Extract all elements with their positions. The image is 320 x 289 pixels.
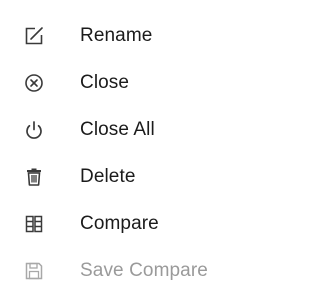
menu-item-label: Rename bbox=[80, 25, 153, 46]
menu-item-close[interactable]: Close bbox=[0, 65, 300, 101]
menu-item-label: Save Compare bbox=[80, 260, 208, 281]
menu-item-label: Delete bbox=[80, 166, 136, 187]
menu-item-label: Close bbox=[80, 72, 130, 93]
menu-item-delete[interactable]: Delete bbox=[0, 159, 300, 195]
menu-item-save-compare[interactable]: Save Compare bbox=[0, 253, 300, 289]
power-icon bbox=[22, 118, 46, 142]
trash-icon bbox=[22, 165, 46, 189]
menu-item-compare[interactable]: Compare bbox=[0, 206, 300, 242]
save-icon bbox=[22, 259, 46, 283]
compare-icon bbox=[22, 212, 46, 236]
menu-item-label: Compare bbox=[80, 213, 159, 234]
rename-icon bbox=[22, 24, 46, 48]
close-circle-icon bbox=[22, 71, 46, 95]
menu-item-rename[interactable]: Rename bbox=[0, 18, 300, 54]
context-menu: Rename Close Close All Delete Compare Sa… bbox=[0, 0, 300, 281]
menu-item-close-all[interactable]: Close All bbox=[0, 112, 300, 148]
menu-item-label: Close All bbox=[80, 119, 155, 140]
